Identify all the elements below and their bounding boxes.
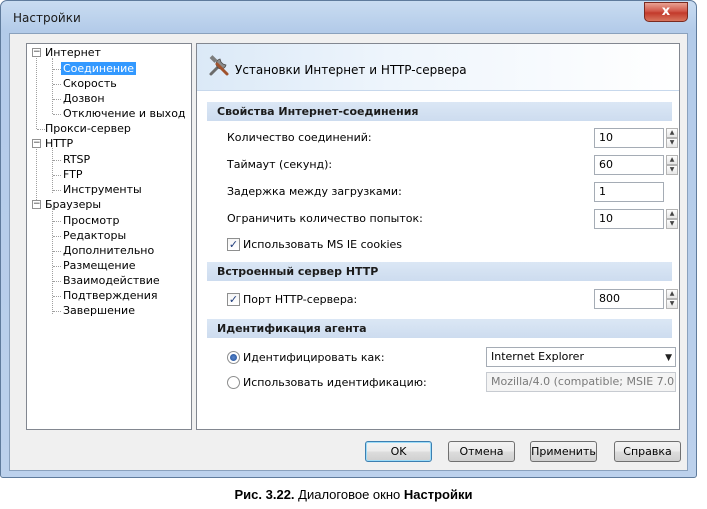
custom-id-label: Использовать идентификацию: [243,376,427,389]
tree-item-tools[interactable]: Инструменты [63,182,142,197]
tree-connector [52,148,53,193]
caption-number: Рис. 3.22. [234,487,295,502]
tree-item-editors[interactable]: Редакторы [63,228,126,243]
tree-item-advanced[interactable]: Дополнительно [63,243,154,258]
tree-connector [52,58,53,114]
tree-connector [53,236,61,237]
timeout-stepper[interactable]: ▲ ▼ [666,155,678,175]
http-port-input[interactable]: 800 [594,289,664,309]
collapse-icon[interactable]: − [32,48,41,57]
tree-connector [53,251,61,252]
tree-connector [36,58,37,129]
connections-stepper[interactable]: ▲ ▼ [666,128,678,148]
tree-item-confirmations[interactable]: Подтверждения [63,288,158,303]
identify-as-label: Идентифицировать как: [243,351,385,364]
section-internet-connection: Свойства Интернет-соединения [207,102,672,121]
identify-as-value: Internet Explorer [491,350,584,363]
custom-id-radio[interactable] [227,376,240,389]
tree-connector [53,160,61,161]
settings-tree: − Интернет Соединение Скорость Дозвон От… [26,43,192,430]
tree-item-ftp[interactable]: FTP [63,167,83,182]
tree-item-rtsp[interactable]: RTSP [63,152,90,167]
collapse-icon[interactable]: − [32,139,41,148]
tree-item-placement[interactable]: Размещение [63,258,136,273]
close-icon: x [661,4,671,19]
tree-connector [53,311,61,312]
tree-item-completion[interactable]: Завершение [63,303,135,318]
tree-item-connection[interactable]: Соединение [61,61,137,76]
http-port-checkbox[interactable]: ✓ [227,293,240,306]
identify-as-radio[interactable] [227,351,240,364]
tree-connector [53,296,61,297]
section-agent-identification: Идентификация агента [207,319,672,338]
http-port-label: Порт HTTP-сервера: [243,293,358,306]
figure-caption: Рис. 3.22. Диалоговое окно Настройки [0,487,707,502]
identify-as-select[interactable]: Internet Explorer ▼ [486,347,676,367]
panel-header: Установки Интернет и HTTP-сервера [197,44,679,91]
tree-connector [53,114,61,115]
cookies-checkbox[interactable]: ✓ [227,238,240,251]
dropdown-arrow-icon: ▼ [665,353,672,363]
tree-connector [53,266,61,267]
retry-limit-stepper[interactable]: ▲ ▼ [666,209,678,229]
tree-item-proxy[interactable]: Прокси-сервер [45,121,131,136]
tree-connector [37,129,45,130]
retry-limit-input[interactable]: 10 [594,209,664,229]
tree-connector [53,69,61,70]
tree-connector [53,221,61,222]
timeout-input[interactable]: 60 [594,155,664,175]
tree-item-http[interactable]: HTTP [45,136,73,151]
tree-connector [52,208,53,314]
tree-connector [53,190,61,191]
delay-label: Задержка между загрузками: [227,185,402,198]
caption-bold: Настройки [403,487,473,502]
tree-item-disconnect[interactable]: Отключение и выход [63,106,186,121]
caption-text: Диалоговое окно [294,487,404,502]
panel-title: Установки Интернет и HTTP-сервера [235,63,467,77]
delay-input[interactable]: 1 [594,182,664,202]
connections-label: Количество соединений: [227,131,372,144]
cancel-button[interactable]: Отмена [448,441,515,462]
tree-item-interaction[interactable]: Взаимодействие [63,273,160,288]
title-bar[interactable]: Настройки x [1,1,696,33]
tree-connector [53,99,61,100]
tree-connector [53,175,61,176]
settings-panel: Установки Интернет и HTTP-сервера Свойст… [196,43,680,430]
tree-item-view[interactable]: Просмотр [63,213,119,228]
tools-icon [209,55,229,76]
http-port-stepper[interactable]: ▲ ▼ [666,289,678,309]
close-button[interactable]: x [644,2,688,22]
tree-connector [53,281,61,282]
section-http-server: Встроенный сервер HTTP [207,262,672,281]
tree-item-dialup[interactable]: Дозвон [63,91,105,106]
tree-connector [53,84,61,85]
timeout-label: Таймаут (секунд): [227,158,333,171]
collapse-icon[interactable]: − [32,200,41,209]
help-button[interactable]: Справка [614,441,681,462]
ok-button[interactable]: OK [365,441,432,462]
cookies-label: Использовать MS IE cookies [243,238,402,251]
custom-id-input[interactable]: Mozilla/4.0 (compatible; MSIE 7.0; Windo… [486,372,676,392]
retry-limit-label: Ограничить количество попыток: [227,212,423,225]
dialog-client-area: − Интернет Соединение Скорость Дозвон От… [9,33,688,471]
window-title: Настройки [13,11,81,25]
connections-input[interactable]: 10 [594,128,664,148]
apply-button[interactable]: Применить [530,441,597,462]
tree-item-speed[interactable]: Скорость [63,76,117,91]
settings-window: Настройки x − Интернет Соединение Скорос… [0,0,697,478]
tree-item-internet[interactable]: Интернет [45,45,101,60]
tree-item-browsers[interactable]: Браузеры [45,197,101,212]
